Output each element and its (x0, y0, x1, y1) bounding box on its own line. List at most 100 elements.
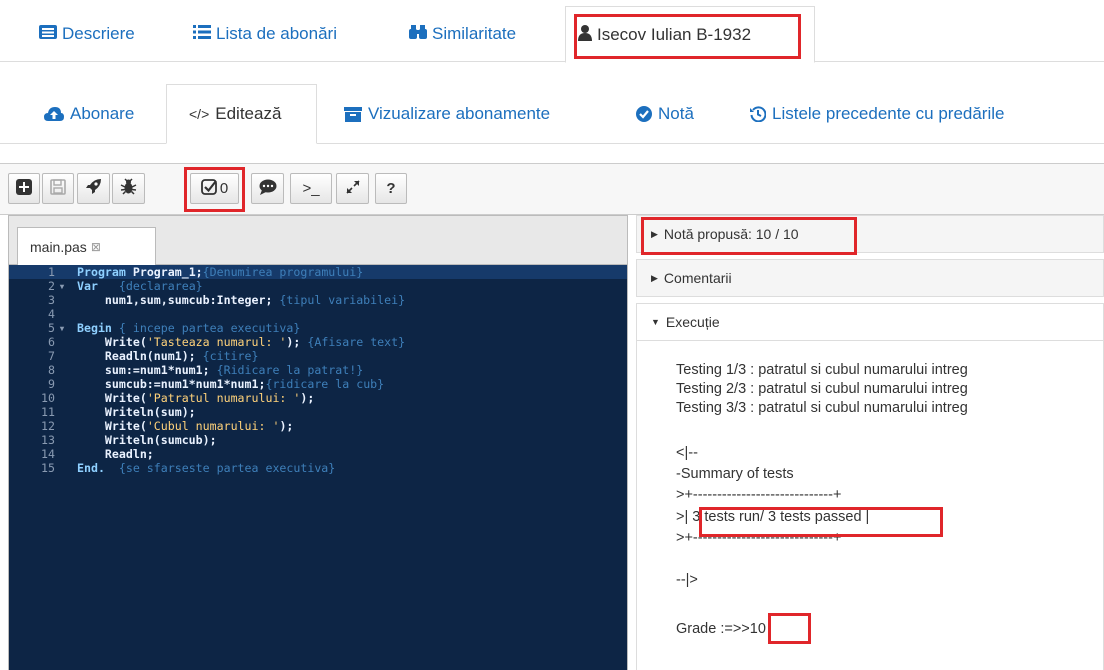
save-button[interactable] (42, 173, 74, 204)
code-editor-panel: main.pas ⊠ 1 Program Program_1;{Denumirea… (8, 215, 628, 670)
code-token: 'Cubul numarului: ' (146, 419, 280, 433)
console-button[interactable]: >_ (290, 173, 332, 204)
tab-lista-abonari[interactable]: Lista de abonări (193, 10, 337, 62)
code-text: Readln; (69, 447, 154, 461)
fullscreen-button[interactable] (336, 173, 369, 204)
check-circle-icon (636, 106, 652, 122)
code-token: Var (77, 279, 98, 293)
code-text: sum:=num1*num1; {Ridicare la patrat!} (69, 363, 363, 377)
code-token: num1,sum,sumcub:Integer; (77, 293, 280, 307)
line-number: 12 (41, 419, 55, 433)
fold-toggle-icon (55, 461, 69, 475)
line-number: 7 (48, 349, 55, 363)
code-text: Write('Patratul numarului: '); (69, 391, 314, 405)
code-line[interactable]: 13 Writeln(sumcub); (9, 433, 627, 447)
output-line: --|> (676, 572, 698, 588)
code-line[interactable]: 14 Readln; (9, 447, 627, 461)
code-text: Var {declararea} (69, 279, 203, 293)
code-line[interactable]: 2 ▾ Var {declararea} (9, 279, 627, 293)
code-text: Readln(num1); {citire} (69, 349, 259, 363)
expand-icon (345, 179, 360, 198)
code-line[interactable]: 11 Writeln(sum); (9, 405, 627, 419)
run-button[interactable] (77, 173, 110, 204)
tab-user[interactable]: Isecov Iulian B-1932 (565, 6, 815, 63)
grade-header-label: Notă propusă: 10 / 10 (663, 226, 799, 242)
execution-accordion-header[interactable]: ▼ Execuție (636, 303, 1104, 341)
tab-label: Editează (215, 104, 282, 123)
code-line[interactable]: 12 Write('Cubul numarului: '); (9, 419, 627, 433)
code-line[interactable]: 4 (9, 307, 627, 321)
code-line[interactable]: 1 Program Program_1;{Denumirea programulu… (9, 265, 627, 279)
tab-label: Abonare (70, 104, 135, 123)
fold-toggle-icon (55, 335, 69, 349)
new-file-button[interactable] (8, 173, 40, 204)
line-number: 2 (48, 279, 55, 293)
question-icon: ? (386, 180, 396, 197)
code-line[interactable]: 6 Write('Tasteaza numarul: '); {Afisare … (9, 335, 627, 349)
code-line[interactable]: 15 End. {se sfarseste partea executiva} (9, 461, 627, 475)
tab-vizualizare-abonamente[interactable]: Vizualizare abonamente (344, 84, 550, 144)
close-icon[interactable]: ⊠ (91, 240, 101, 254)
editor-toolbar: 0 >_ ? (0, 163, 1104, 215)
code-text: Program Program_1;{Denumirea programului… (69, 265, 363, 279)
code-token: {citire} (202, 349, 259, 363)
tab-editeaza[interactable]: </> Editează (166, 84, 317, 144)
fold-toggle-icon (55, 307, 69, 321)
code-token: Program_1; (125, 265, 203, 279)
tab-descriere[interactable]: Descriere (39, 10, 135, 62)
fold-toggle-icon (55, 377, 69, 391)
code-token: Begin (77, 321, 112, 335)
fold-toggle-icon (55, 265, 69, 279)
code-line[interactable]: 3 num1,sum,sumcub:Integer; {tipul variab… (9, 293, 627, 307)
code-text: End. {se sfarseste partea executiva} (69, 461, 335, 475)
code-line[interactable]: 8 sum:=num1*num1; {Ridicare la patrat!} (9, 363, 627, 377)
line-number: 11 (41, 405, 55, 419)
tab-similaritate[interactable]: Similaritate (409, 10, 516, 62)
tab-nota[interactable]: Notă (636, 84, 694, 144)
code-token: Readln; (77, 447, 154, 461)
code-token: Writeln(sumcub); (77, 433, 217, 447)
code-text: sumcub:=num1*num1*num1;{ridicare la cub} (69, 377, 384, 391)
comments-accordion-header[interactable]: ▶ Comentarii (636, 259, 1104, 297)
code-editor[interactable]: 1 Program Program_1;{Denumirea programulu… (9, 265, 627, 670)
tab-abonare[interactable]: Abonare (44, 84, 134, 144)
code-token: Program (77, 265, 126, 279)
code-line[interactable]: 10 Write('Patratul numarului: '); (9, 391, 627, 405)
output-line: >| 3 tests run/ 3 tests passed | (676, 509, 870, 525)
tab-label: Lista de abonări (216, 24, 337, 43)
code-token: sum:=num1*num1; (77, 363, 217, 377)
fold-toggle-icon (55, 447, 69, 461)
code-text: Writeln(sumcub); (69, 433, 217, 447)
code-token: Readln(num1); (77, 349, 203, 363)
code-text: Begin { incepe partea executiva} (69, 321, 300, 335)
comment-button[interactable] (251, 173, 284, 204)
code-text: Writeln(sum); (69, 405, 196, 419)
code-token: {Denumirea programului} (202, 265, 364, 279)
help-button[interactable]: ? (375, 173, 407, 204)
code-token: 'Tasteaza numarul: ' (146, 335, 287, 349)
fold-toggle-icon[interactable]: ▾ (55, 321, 69, 335)
plus-square-icon (16, 178, 32, 199)
output-line: Testing 1/3 : patratul si cubul numarulu… (676, 362, 968, 378)
file-tab-label: main.pas (30, 238, 87, 255)
output-line: Testing 3/3 : patratul si cubul numarulu… (676, 400, 968, 416)
line-number: 8 (48, 363, 55, 377)
code-line[interactable]: 9 sumcub:=num1*num1*num1;{ridicare la cu… (9, 377, 627, 391)
code-token: Write( (77, 335, 147, 349)
line-number: 5 (48, 321, 55, 335)
code-line[interactable]: 7 Readln(num1); {citire} (9, 349, 627, 363)
output-line: -Summary of tests (676, 466, 794, 482)
caret-right-icon: ▶ (651, 228, 658, 239)
execution-header-label: Execuție (665, 314, 720, 330)
file-tab-main[interactable]: main.pas ⊠ (17, 227, 156, 265)
fold-toggle-icon[interactable]: ▾ (55, 279, 69, 293)
list-icon (193, 24, 211, 45)
code-line[interactable]: 5 ▾ Begin { incepe partea executiva} (9, 321, 627, 335)
grade-accordion-header[interactable]: ▶ Notă propusă: 10 / 10 (636, 215, 1104, 253)
tab-listele-precedente[interactable]: Listele precedente cu predările (750, 84, 1004, 144)
debug-button[interactable] (112, 173, 145, 204)
execution-output: Testing 1/3 : patratul si cubul numarulu… (636, 341, 1104, 670)
tab-label: Listele precedente cu predările (772, 104, 1005, 123)
evaluate-button[interactable]: 0 (190, 173, 239, 204)
